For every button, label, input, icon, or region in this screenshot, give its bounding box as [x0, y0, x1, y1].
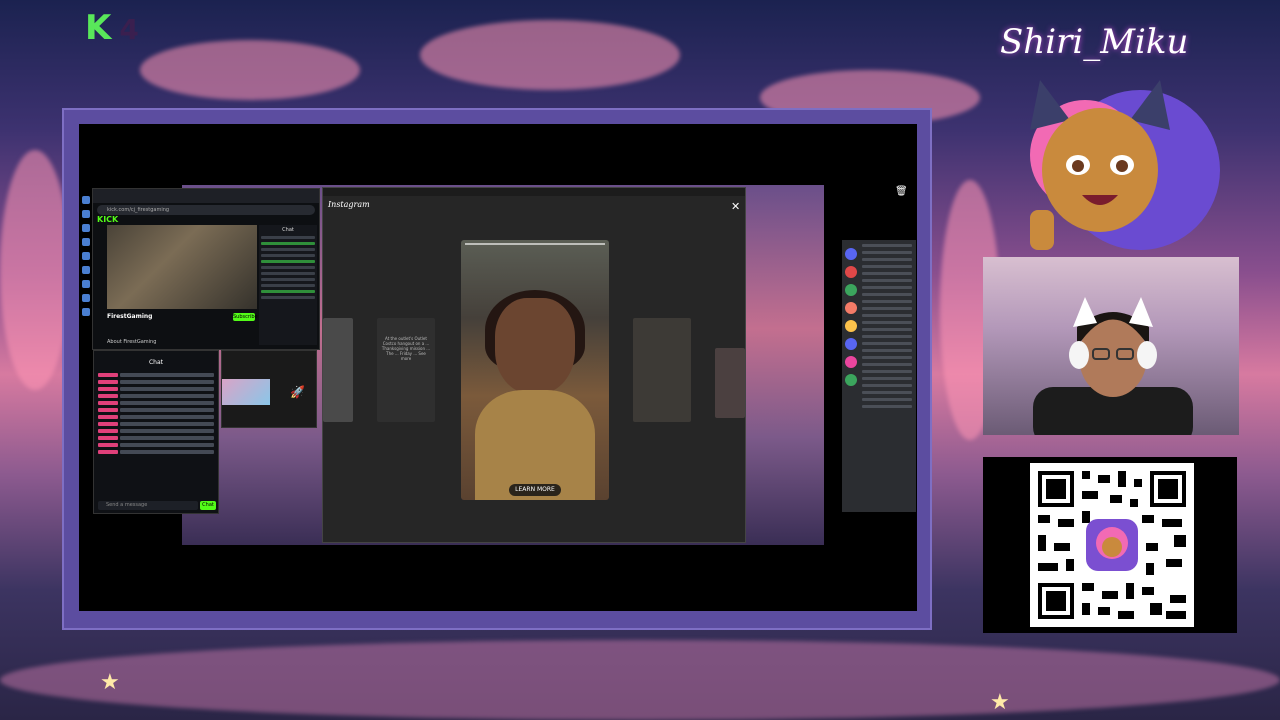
story-preview[interactable]	[633, 318, 691, 422]
chat-message	[98, 436, 214, 440]
app-icon[interactable]	[82, 238, 90, 246]
app-icon[interactable]	[82, 252, 90, 260]
chat-input[interactable]: Send a message	[98, 501, 198, 510]
star-icon: ★	[990, 690, 1010, 715]
discord-window[interactable]	[842, 240, 916, 512]
app-icon[interactable]	[82, 294, 90, 302]
chat-message	[98, 450, 214, 454]
chat-send-button[interactable]: Chat	[200, 501, 216, 510]
stream-logo: K4	[85, 8, 141, 48]
chat-message	[98, 422, 214, 426]
chat-message	[98, 415, 214, 419]
story-preview[interactable]	[377, 318, 435, 422]
server-icon[interactable]	[845, 284, 857, 296]
stream-video-player[interactable]	[107, 225, 257, 309]
address-bar[interactable]: kick.com/cj_firestgaming	[97, 205, 315, 215]
app-icon[interactable]	[82, 210, 90, 218]
app-icon[interactable]	[82, 280, 90, 288]
channel-name[interactable]: FirestGaming	[107, 313, 152, 320]
chat-popout-window[interactable]: Chat Send a message Chat	[93, 350, 219, 514]
chat-message	[98, 401, 214, 405]
star-icon: ★	[100, 670, 120, 695]
server-icon[interactable]	[845, 248, 857, 260]
recycle-bin-icon[interactable]: 🗑	[895, 186, 908, 197]
server-icon[interactable]	[845, 338, 857, 350]
story-preview[interactable]	[715, 348, 745, 418]
streamer-image	[1033, 297, 1193, 435]
desktop-icons	[80, 190, 92, 510]
chat-title: Chat	[282, 227, 294, 233]
story-preview[interactable]	[323, 318, 353, 422]
app-icon[interactable]	[82, 308, 90, 316]
server-icon[interactable]	[845, 356, 857, 368]
story-caption: At the outlet's Outlet Costco hangout on…	[381, 336, 431, 361]
mini-thumbnail[interactable]	[222, 379, 270, 405]
instagram-story[interactable]: LEARN MORE	[461, 240, 609, 500]
instagram-window[interactable]: Instagram ✕ At the outlet's Outlet Costc…	[322, 187, 746, 543]
chat-message	[98, 429, 214, 433]
qr-code-icon[interactable]	[1030, 463, 1194, 627]
server-icon[interactable]	[845, 374, 857, 386]
chat-title: Chat	[148, 359, 164, 366]
server-icon[interactable]	[845, 320, 857, 332]
learn-more-button[interactable]: LEARN MORE	[509, 484, 561, 496]
story-progress	[465, 243, 605, 245]
mascot-avatar	[1030, 80, 1220, 250]
chat-message	[98, 443, 214, 447]
server-icon[interactable]	[845, 266, 857, 278]
subscribe-button[interactable]: Subscribe	[233, 313, 258, 321]
rocket-icon[interactable]: 🚀	[290, 385, 305, 399]
window-titlebar[interactable]	[323, 188, 745, 196]
brand-name: Shiri_Miku	[1000, 22, 1189, 62]
chat-message	[98, 408, 214, 412]
kick-browser-window[interactable]: kick.com/cj_firestgaming KICK Chat Fires…	[92, 188, 320, 350]
app-icon[interactable]	[82, 266, 90, 274]
mini-player-window[interactable]: 🚀	[221, 350, 317, 428]
about-heading: About FirestGaming	[107, 339, 157, 345]
chat-message	[98, 373, 214, 377]
app-icon[interactable]	[82, 196, 90, 204]
browser-tab-bar[interactable]	[93, 189, 319, 203]
kick-logo[interactable]: KICK	[97, 215, 118, 224]
chat-message	[98, 380, 214, 384]
kick-chat-panel: Chat	[259, 225, 317, 345]
app-icon[interactable]	[82, 224, 90, 232]
webcam-feed	[983, 257, 1239, 435]
chat-message	[98, 394, 214, 398]
close-icon[interactable]: ✕	[731, 200, 740, 213]
instagram-logo[interactable]: Instagram	[328, 200, 370, 209]
chat-message	[98, 387, 214, 391]
server-icon[interactable]	[845, 302, 857, 314]
